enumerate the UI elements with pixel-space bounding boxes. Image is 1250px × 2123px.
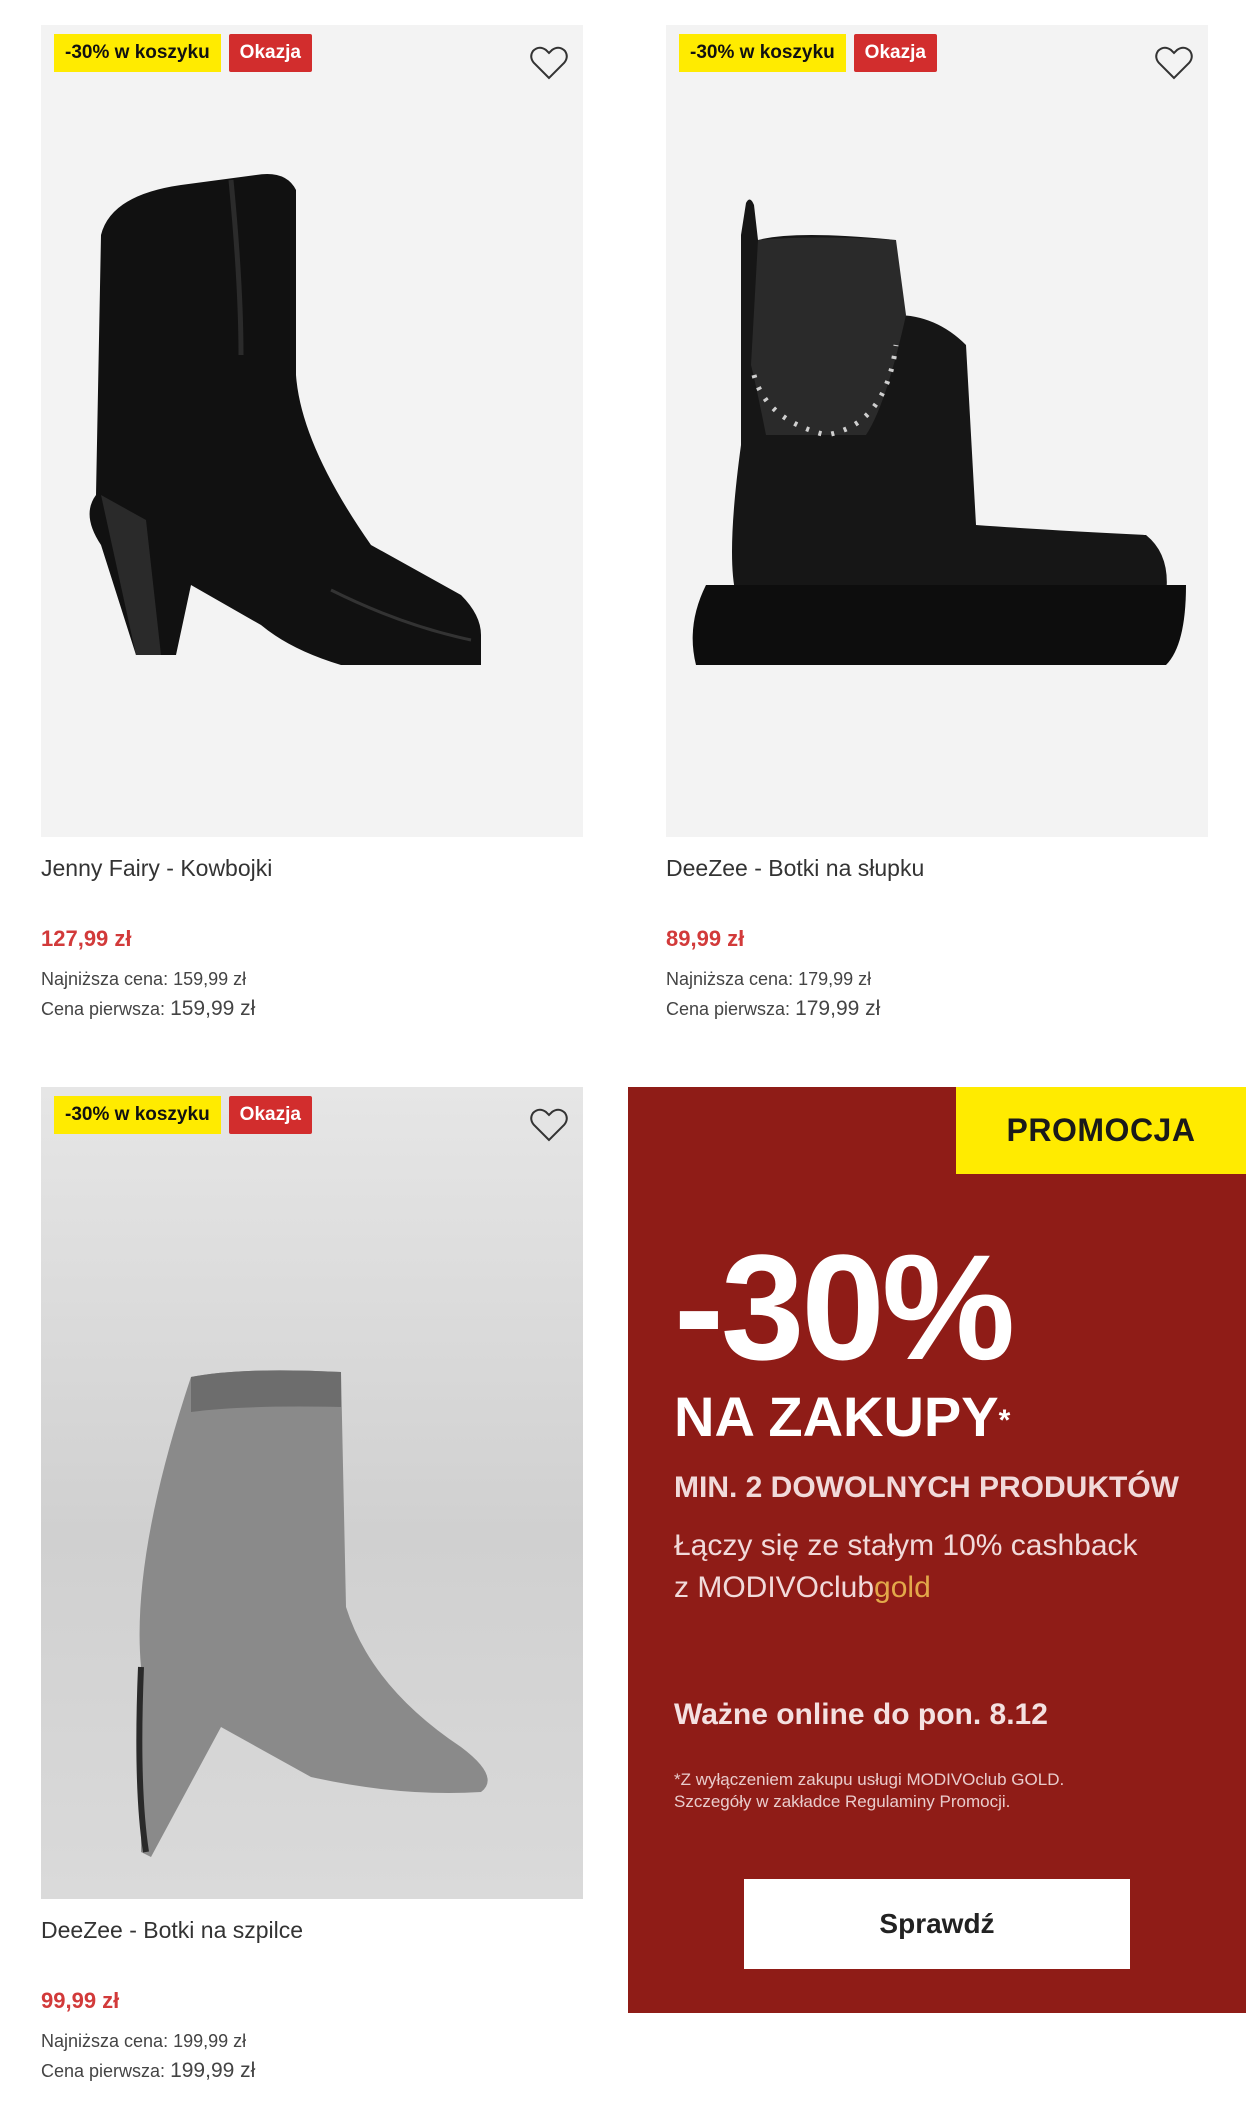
- product-name[interactable]: DeeZee - Botki na słupku: [666, 855, 1208, 882]
- promo-footnote-line2: Szczegóły w zakładce Regulaminy Promocji…: [674, 1792, 1011, 1811]
- heart-icon[interactable]: [529, 1107, 569, 1143]
- cart-discount-badge: -30% w koszyku: [54, 1096, 221, 1134]
- product-name[interactable]: Jenny Fairy - Kowbojki: [41, 855, 583, 882]
- promo-cashback-line: Łączy się ze stałym 10% cashback: [674, 1529, 1138, 1562]
- first-price-label: Cena pierwsza:: [666, 999, 791, 1019]
- promo-discount: -30%: [674, 1223, 1015, 1391]
- lowest-price-label: Najniższa cena:: [41, 2031, 169, 2051]
- cowboy-boot-image: [89, 174, 482, 665]
- lowest-price: 179,99 zł: [798, 969, 872, 989]
- lowest-price-label: Najniższa cena:: [41, 969, 169, 989]
- deal-badge: Okazja: [853, 34, 937, 72]
- lowest-price: 199,99 zł: [173, 2031, 247, 2051]
- first-price: 159,99 zł: [170, 997, 256, 1020]
- promo-footnote-line1: *Z wyłączeniem zakupu usługi MODIVOclub …: [674, 1770, 1065, 1789]
- lowest-price: 159,99 zł: [173, 969, 247, 989]
- product-card-deezee-stiletto[interactable]: -30% w koszyku Okazja DeeZee - Botki na …: [41, 1087, 583, 2086]
- first-price-label: Cena pierwsza:: [41, 999, 166, 1019]
- promo-club-prefix: z MODIVOclub: [674, 1571, 875, 1604]
- price-info: Najniższa cena: 199,99 zł Cena pierwsza:…: [41, 2026, 583, 2086]
- price-info: Najniższa cena: 159,99 zł Cena pierwsza:…: [41, 964, 583, 1024]
- promo-headline-text: NA ZAKUPY: [674, 1385, 999, 1448]
- first-price: 199,99 zł: [170, 2059, 256, 2082]
- product-price: 99,99 zł: [41, 1988, 120, 2013]
- badges: -30% w koszyku Okazja: [679, 34, 937, 72]
- check-button[interactable]: Sprawdź: [744, 1879, 1130, 1969]
- deal-badge: Okazja: [228, 34, 312, 72]
- product-price: 127,99 zł: [41, 926, 132, 951]
- heart-icon[interactable]: [1154, 45, 1194, 81]
- badges: -30% w koszyku Okazja: [54, 1096, 312, 1134]
- badges: -30% w koszyku Okazja: [54, 34, 312, 72]
- product-image[interactable]: -30% w koszyku Okazja: [41, 25, 583, 837]
- promo-subheadline: MIN. 2 DOWOLNYCH PRODUKTÓW: [674, 1471, 1179, 1504]
- heart-icon[interactable]: [529, 45, 569, 81]
- product-card-jenny-fairy[interactable]: -30% w koszyku Okazja Jenny Fairy - Kowb…: [41, 25, 583, 1024]
- promo-footnote: *Z wyłączeniem zakupu usługi MODIVOclub …: [674, 1769, 1214, 1813]
- product-image[interactable]: -30% w koszyku Okazja: [666, 25, 1208, 837]
- product-image[interactable]: -30% w koszyku Okazja: [41, 1087, 583, 1899]
- promo-club-line: z MODIVOclubgold: [674, 1571, 931, 1605]
- price-info: Najniższa cena: 179,99 zł Cena pierwsza:…: [666, 964, 1208, 1024]
- deal-badge: Okazja: [228, 1096, 312, 1134]
- promo-tag: PROMOCJA: [956, 1087, 1246, 1174]
- cart-discount-badge: -30% w koszyku: [679, 34, 846, 72]
- product-name[interactable]: DeeZee - Botki na szpilce: [41, 1917, 583, 1944]
- first-price: 179,99 zł: [795, 997, 881, 1020]
- first-price-label: Cena pierwsza:: [41, 2061, 166, 2081]
- chelsea-boot-image: [692, 199, 1186, 665]
- stiletto-boot-image: [136, 1370, 488, 1857]
- promo-validity: Ważne online do pon. 8.12: [674, 1698, 1048, 1731]
- product-card-deezee-chelsea[interactable]: -30% w koszyku Okazja DeeZee - Botki na …: [666, 25, 1208, 1024]
- promo-banner[interactable]: PROMOCJA -30% NA ZAKUPY* MIN. 2 DOWOLNYC…: [628, 1087, 1246, 2013]
- product-price: 89,99 zł: [666, 926, 745, 951]
- promo-headline: NA ZAKUPY*: [674, 1387, 1010, 1447]
- promo-club-gold: gold: [874, 1571, 931, 1604]
- promo-asterisk: *: [998, 1404, 1011, 1437]
- lowest-price-label: Najniższa cena:: [666, 969, 794, 989]
- cart-discount-badge: -30% w koszyku: [54, 34, 221, 72]
